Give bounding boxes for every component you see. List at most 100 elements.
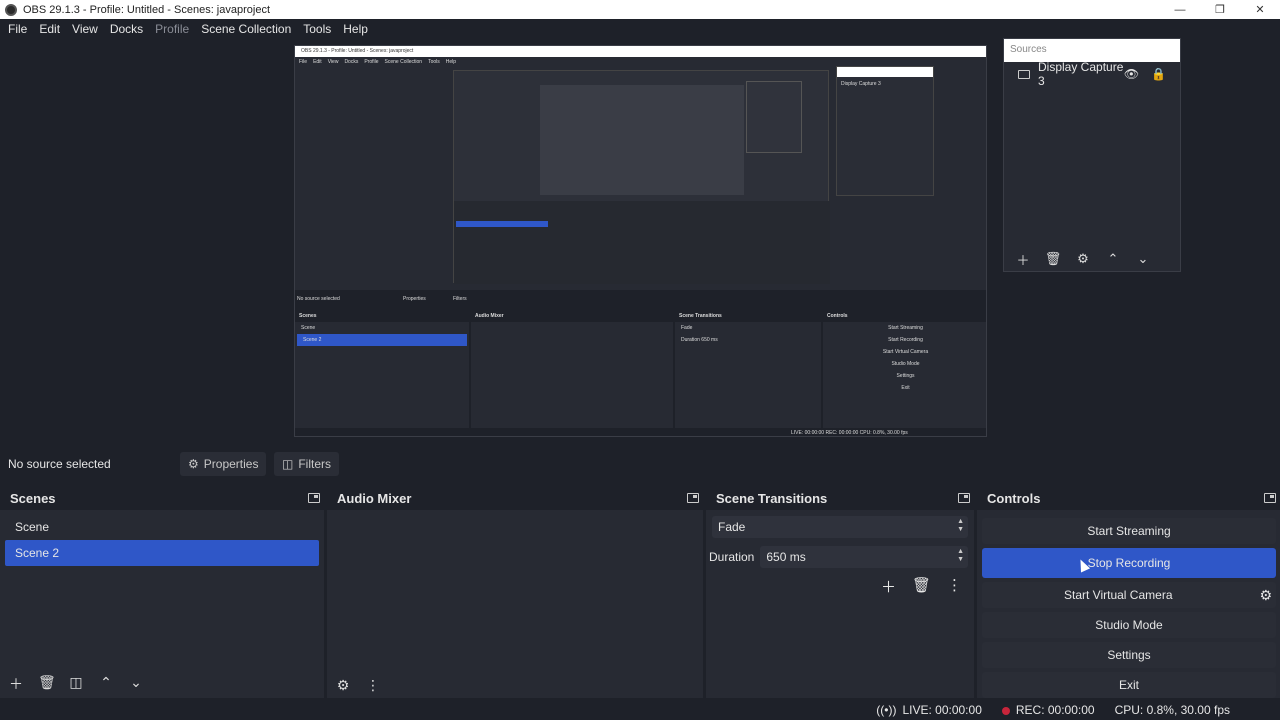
studio-mode-button[interactable]: Studio Mode	[982, 612, 1276, 638]
filters-label: Filters	[298, 457, 332, 471]
scene-item[interactable]: Scene	[5, 514, 319, 540]
status-bar: ((•)) LIVE: 00:00:00 REC: 00:00:00 CPU: 0…	[0, 700, 1280, 720]
window-title: OBS 29.1.3 - Profile: Untitled - Scenes:…	[23, 3, 271, 16]
menu-tools[interactable]: Tools	[297, 22, 337, 36]
preview-menu-item: Help	[445, 59, 457, 65]
move-source-up-button[interactable]: ⌃	[1104, 251, 1122, 267]
transition-menu-button[interactable]: ⋮	[947, 576, 962, 597]
add-source-button[interactable]: ＋	[1014, 250, 1032, 269]
duration-label: Duration	[709, 550, 755, 564]
properties-button[interactable]: ⚙ Properties	[180, 452, 267, 476]
preview-scenes-title: Scenes	[295, 310, 469, 322]
properties-label: Properties	[203, 457, 259, 471]
preview-control-button: Start Virtual Camera	[882, 349, 929, 355]
preview-duration-label: Duration	[681, 337, 700, 343]
no-source-label: No source selected	[8, 457, 111, 471]
mixer-menu-button[interactable]: ⋮	[365, 677, 381, 694]
remove-scene-button[interactable]: 🗑	[38, 674, 56, 694]
preview-nested-capture	[453, 70, 830, 284]
transitions-title: Scene Transitions	[716, 490, 828, 506]
chevron-updown-icon: ▲ ▼	[957, 518, 964, 533]
virtual-camera-label: Start Virtual Camera	[1064, 588, 1173, 602]
spinner-icon[interactable]: ▲ ▼	[957, 548, 964, 564]
advanced-audio-button[interactable]: ⚙	[335, 677, 351, 694]
preview-menu-item: File	[299, 59, 308, 65]
sources-dock: Sources Display Capture 3 👁 🔒 ＋ 🗑 ⚙ ⌃ ⌄	[1003, 38, 1181, 272]
menu-view[interactable]: View	[66, 22, 104, 36]
menu-profile[interactable]: Profile	[149, 22, 195, 36]
preview-menu-item: Tools	[428, 59, 440, 65]
eye-icon[interactable]: 👁	[1124, 67, 1139, 81]
source-properties-button[interactable]: ⚙	[1074, 251, 1092, 267]
close-button[interactable]: ✕	[1240, 0, 1280, 19]
scene-transitions-dock: Scene Transitions Fade ▲ ▼ Duration 650 m…	[706, 486, 974, 698]
menu-help[interactable]: Help	[337, 22, 374, 36]
menu-edit[interactable]: Edit	[33, 22, 66, 36]
preview-transitions-dock: Scene Transitions Fade Duration 650 ms	[675, 310, 821, 428]
controls-dock: Controls Start Streaming Stop Recording …	[977, 486, 1280, 698]
obs-logo-icon	[5, 3, 17, 16]
virtual-camera-settings-icon[interactable]: ⚙	[1259, 587, 1272, 604]
remove-source-button[interactable]: 🗑	[1044, 251, 1062, 267]
preview-canvas[interactable]: OBS 29.1.3 - Profile: Untitled - Scenes:…	[294, 45, 987, 437]
move-scene-up-button[interactable]: ⌃	[98, 674, 114, 694]
start-streaming-button[interactable]: Start Streaming	[982, 518, 1276, 544]
source-item[interactable]: Display Capture 3 👁 🔒	[1004, 60, 1180, 88]
preview-control-button: Exit	[901, 385, 910, 391]
preview-control-button: Start Recording	[888, 337, 923, 343]
undock-icon[interactable]	[308, 493, 320, 503]
preview-control-button: Studio Mode	[891, 361, 920, 367]
undock-icon[interactable]	[687, 493, 699, 503]
undock-icon[interactable]	[958, 493, 970, 503]
add-transition-button[interactable]: ＋	[881, 576, 896, 597]
window-titlebar: OBS 29.1.3 - Profile: Untitled - Scenes:…	[0, 0, 1280, 19]
minimize-button[interactable]: —	[1160, 0, 1200, 19]
start-virtual-camera-button[interactable]: Start Virtual Camera ⚙	[982, 582, 1276, 608]
sources-header: Sources	[1004, 39, 1180, 62]
cpu-status: CPU: 0.8%, 30.00 fps	[1114, 703, 1230, 717]
scenes-title: Scenes	[10, 490, 56, 506]
preview-properties: Properties	[403, 296, 426, 302]
lock-icon[interactable]: 🔒	[1151, 67, 1166, 81]
preview-menu-item: Profile	[364, 59, 379, 65]
exit-button[interactable]: Exit	[982, 672, 1276, 698]
transition-select[interactable]: Fade ▲ ▼	[712, 516, 968, 538]
mixer-toolbar: ⚙ ⋮	[335, 677, 381, 694]
preview-scenes-dock: Scenes Scene Scene 2	[295, 310, 469, 428]
menu-scene-collection[interactable]: Scene Collection	[195, 22, 297, 36]
source-context-bar: No source selected ⚙ Properties ◫ Filter…	[0, 451, 1280, 477]
preview-source-item: Display Capture 3	[841, 81, 881, 87]
preview-menu-item: Edit	[313, 59, 322, 65]
rec-status: REC: 00:00:00	[1001, 703, 1095, 717]
preview-filters: Filters	[453, 296, 467, 302]
preview-status: LIVE: 00:00:00 REC: 00:00:00 CPU: 0.8%, …	[791, 430, 908, 436]
maximize-button[interactable]: ❐	[1200, 0, 1240, 19]
filters-button[interactable]: ◫ Filters	[274, 452, 340, 476]
preview-controls-dock: Controls Start Streaming Start Recording…	[823, 310, 986, 428]
duration-spinbox[interactable]: 650 ms ▲ ▼	[760, 546, 968, 568]
preview-menu-item: Scene Collection	[384, 59, 423, 65]
scene-filters-button[interactable]: ◫	[68, 674, 84, 694]
preview-no-source: No source selected	[297, 296, 340, 302]
preview-control-button: Start Streaming	[888, 325, 923, 331]
stop-recording-button[interactable]: Stop Recording	[982, 548, 1276, 578]
settings-button[interactable]: Settings	[982, 642, 1276, 668]
move-scene-down-button[interactable]: ⌄	[128, 674, 144, 694]
transition-type: Fade	[718, 520, 746, 534]
controls-title: Controls	[987, 490, 1041, 506]
scenes-toolbar: ＋ 🗑 ◫ ⌃ ⌄	[8, 674, 144, 694]
menu-file[interactable]: File	[2, 22, 33, 36]
preview-scene-item: Scene 2	[297, 334, 467, 346]
audio-mixer-title: Audio Mixer	[337, 490, 412, 506]
preview-mixer-dock: Audio Mixer	[471, 310, 673, 428]
duration-value: 650 ms	[766, 550, 806, 564]
preview-capture-title: OBS 29.1.3 - Profile: Untitled - Scenes:…	[295, 46, 986, 57]
add-scene-button[interactable]: ＋	[8, 674, 24, 694]
scene-item-selected[interactable]: Scene 2	[5, 540, 319, 566]
menu-docks[interactable]: Docks	[104, 22, 149, 36]
undock-icon[interactable]	[1264, 493, 1276, 503]
live-status: ((•)) LIVE: 00:00:00	[876, 703, 982, 717]
move-source-down-button[interactable]: ⌄	[1134, 251, 1152, 267]
remove-transition-button[interactable]: 🗑	[912, 576, 931, 597]
scenes-dock: Scenes Scene Scene 2 ＋ 🗑 ◫ ⌃ ⌄	[0, 486, 324, 698]
